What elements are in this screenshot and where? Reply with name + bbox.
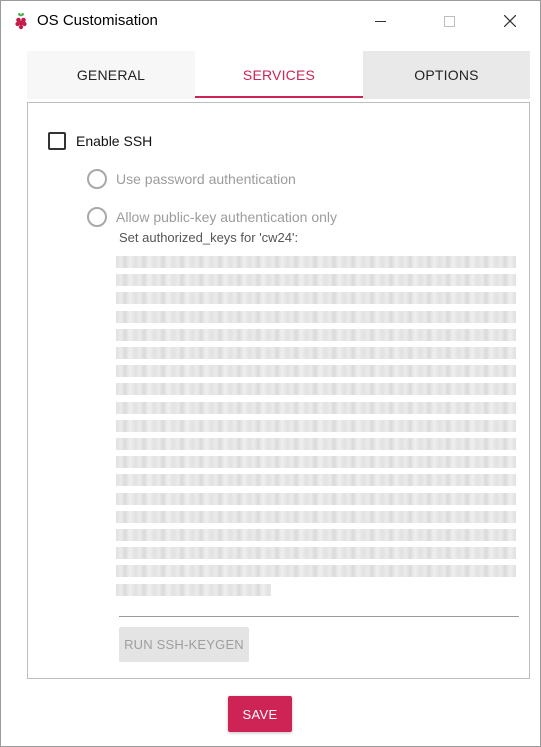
password-auth-label: Use password authentication: [116, 171, 296, 187]
redacted-key-line: [116, 292, 516, 305]
raspberry-icon: [15, 12, 27, 30]
close-button[interactable]: [487, 1, 533, 41]
minimize-button[interactable]: [357, 1, 403, 41]
services-panel: Enable SSH Use password authentication A…: [27, 102, 530, 679]
redacted-key-line: [116, 365, 516, 378]
tab-general[interactable]: GENERAL: [27, 51, 195, 99]
password-auth-radio[interactable]: [87, 169, 107, 189]
maximize-icon: [443, 15, 455, 27]
redacted-key-line: [116, 328, 516, 341]
save-button[interactable]: SAVE: [228, 696, 292, 732]
tab-bar: GENERAL SERVICES OPTIONS: [27, 51, 530, 99]
redacted-key-line: [116, 383, 516, 396]
redacted-key-line: [116, 529, 516, 541]
enable-ssh-label: Enable SSH: [76, 133, 153, 149]
redacted-key-line: [116, 456, 516, 469]
redacted-key-line: [116, 510, 516, 523]
close-icon: [504, 15, 516, 27]
run-ssh-keygen-button[interactable]: RUN SSH-KEYGEN: [119, 627, 249, 662]
title-bar: OS Customisation: [1, 1, 540, 41]
redacted-key-line: [116, 583, 271, 596]
os-customisation-window: OS Customisation GENERAL SERVICES OPTION…: [0, 0, 541, 747]
redacted-key-line: [116, 274, 516, 287]
window-title: OS Customisation: [37, 12, 158, 29]
redacted-key-line: [116, 474, 516, 487]
tab-services[interactable]: SERVICES: [195, 51, 363, 99]
pubkey-auth-radio[interactable]: [87, 207, 107, 227]
redacted-key-line: [116, 547, 516, 560]
redacted-key-line: [116, 347, 516, 359]
redacted-key-line: [116, 565, 516, 578]
pubkey-auth-option[interactable]: Allow public-key authentication only: [87, 207, 337, 227]
authorized-keys-field[interactable]: [114, 250, 519, 613]
pubkey-auth-label: Allow public-key authentication only: [116, 209, 338, 225]
redacted-key-line: [116, 256, 516, 268]
minimize-icon: [374, 20, 386, 22]
redacted-key-line: [116, 419, 516, 432]
tab-options[interactable]: OPTIONS: [363, 51, 530, 99]
password-auth-option[interactable]: Use password authentication: [87, 169, 296, 189]
authorized-keys-underline: [119, 616, 519, 617]
redacted-key-line: [116, 401, 516, 414]
authorized-keys-label: Set authorized_keys for 'cw24':: [119, 230, 299, 245]
redacted-key-line: [116, 438, 516, 450]
redacted-key-line: [116, 310, 516, 323]
maximize-button[interactable]: [426, 1, 472, 41]
enable-ssh-checkbox[interactable]: [48, 132, 66, 150]
redacted-key-line: [116, 492, 516, 505]
enable-ssh-option[interactable]: Enable SSH: [48, 132, 152, 150]
